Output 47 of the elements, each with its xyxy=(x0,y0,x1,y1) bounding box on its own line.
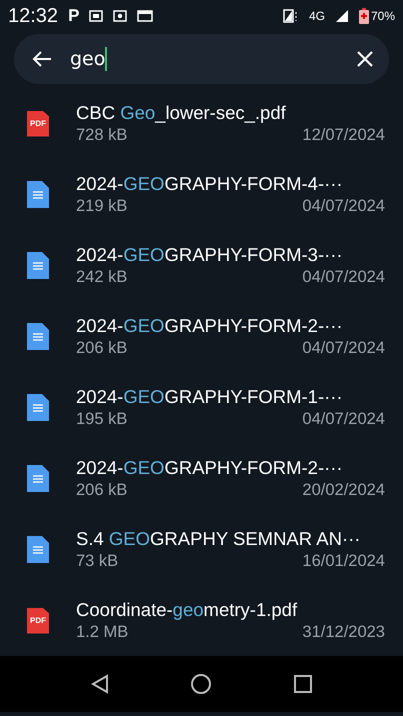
file-name[interactable]: 2024-GEOGRAPHY-FORM-3-··· xyxy=(76,244,385,266)
pdf-file-icon: PDF xyxy=(27,110,49,136)
camera-icon xyxy=(113,9,128,23)
file-name[interactable]: 2024-GEOGRAPHY-FORM-4-··· xyxy=(76,173,385,195)
window-icon xyxy=(137,9,154,23)
vibrate-icon xyxy=(282,9,299,23)
signal-icon xyxy=(334,9,349,23)
back-icon[interactable] xyxy=(90,674,109,694)
network-type: 4G xyxy=(308,9,325,23)
battery-icon xyxy=(358,8,369,24)
file-size: 219 kB xyxy=(76,197,128,216)
file-date: 31/12/2023 xyxy=(302,623,385,642)
file-name[interactable]: 2024-GEOGRAPHY-FORM-1-··· xyxy=(76,386,385,408)
home-icon[interactable] xyxy=(190,673,212,695)
close-icon[interactable] xyxy=(357,51,373,67)
clock: 12:32 xyxy=(8,4,58,28)
document-icon xyxy=(27,323,49,350)
file-size: 73 kB xyxy=(76,552,118,571)
back-arrow-icon[interactable] xyxy=(32,50,52,68)
file-name[interactable]: S.4 GEOGRAPHY SEMNAR AN··· xyxy=(76,528,385,550)
document-icon xyxy=(27,394,49,421)
file-size: 728 kB xyxy=(76,126,128,145)
message-icon xyxy=(89,9,104,23)
file-size: 242 kB xyxy=(76,268,128,287)
file-name[interactable]: Coordinate-geometry-1.pdf xyxy=(76,599,385,621)
file-date: 04/07/2024 xyxy=(302,268,385,287)
file-date: 16/01/2024 xyxy=(302,552,385,571)
file-date: 12/07/2024 xyxy=(302,126,385,145)
document-icon xyxy=(27,252,49,279)
document-icon xyxy=(27,536,49,563)
file-date: 04/07/2024 xyxy=(302,197,385,216)
file-size: 206 kB xyxy=(76,481,128,500)
file-date: 04/07/2024 xyxy=(302,339,385,358)
file-size: 1.2 MB xyxy=(76,623,128,642)
recents-icon[interactable] xyxy=(294,675,312,693)
file-name[interactable]: 2024-GEOGRAPHY-FORM-2-··· xyxy=(76,457,385,479)
file-name[interactable]: 2024-GEOGRAPHY-FORM-2-··· xyxy=(76,315,385,337)
file-date: 20/02/2024 xyxy=(302,481,385,500)
document-icon xyxy=(27,465,49,492)
document-icon xyxy=(27,181,49,208)
battery-percent: 70% xyxy=(370,9,395,23)
notification-icon: P xyxy=(68,6,80,26)
pdf-file-icon: PDF xyxy=(27,608,49,634)
file-size: 206 kB xyxy=(76,339,128,358)
file-name[interactable]: CBC Geo_lower-sec_.pdf xyxy=(76,102,385,124)
file-date: 04/07/2024 xyxy=(302,410,385,429)
file-size: 195 kB xyxy=(76,410,128,429)
